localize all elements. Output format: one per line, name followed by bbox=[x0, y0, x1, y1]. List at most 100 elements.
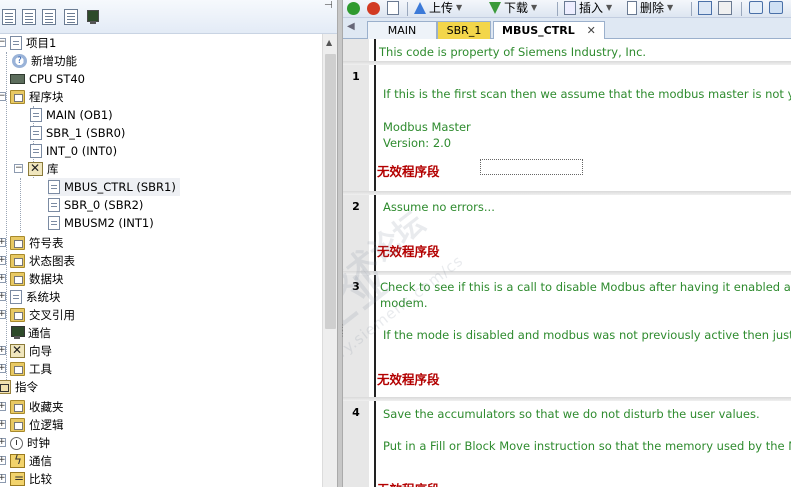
compile-button[interactable] bbox=[387, 1, 399, 15]
tree-item-compare[interactable]: + 比较 bbox=[0, 470, 52, 487]
pin-icon[interactable]: ⊣ bbox=[324, 0, 333, 11]
tree-item-new-features[interactable]: ? 新增功能 bbox=[12, 52, 77, 70]
tree-item-label: 通信 bbox=[28, 326, 51, 340]
tree-item-label: 比较 bbox=[29, 472, 52, 486]
folder-icon bbox=[10, 236, 25, 250]
tree-item-data-block[interactable]: + 数据块 bbox=[0, 270, 64, 288]
stop-button[interactable] bbox=[367, 2, 382, 15]
tree-item-library[interactable]: − 库 bbox=[12, 160, 59, 178]
tab-scroll-left-icon[interactable]: ◀ bbox=[347, 21, 355, 32]
tree-item-label: 库 bbox=[47, 162, 59, 176]
tab-main[interactable]: MAIN bbox=[367, 21, 437, 39]
compare-icon bbox=[10, 471, 25, 486]
cpu-icon bbox=[10, 74, 25, 84]
tree-item-wizards[interactable]: + 向导 bbox=[0, 342, 52, 360]
program-comment[interactable]: This code is property of Siemens Industr… bbox=[379, 45, 646, 59]
scrollbar-thumb[interactable] bbox=[325, 54, 336, 329]
chevron-down-icon: ▼ bbox=[531, 3, 538, 12]
tab-label: SBR_1 bbox=[446, 24, 482, 37]
properties-icon[interactable] bbox=[64, 9, 78, 25]
insert-button[interactable]: 插入 ▼ bbox=[564, 0, 612, 16]
delete-button[interactable]: 删除 ▼ bbox=[627, 0, 673, 16]
network-number: 3 bbox=[352, 280, 360, 293]
editor-toolbar: 上传 ▼ 下载 ▼ 插入 ▼ 删除 ▼ bbox=[343, 0, 791, 18]
network-4[interactable]: 4 Save the accumulators so that we do no… bbox=[343, 401, 791, 487]
tab-mbus-ctrl[interactable]: MBUS_CTRL ✕ bbox=[493, 21, 605, 40]
upload-button[interactable]: 上传 ▼ bbox=[414, 0, 462, 16]
download-label: 下载 bbox=[504, 1, 529, 15]
compile-icon bbox=[387, 1, 399, 15]
network-1[interactable]: 1 If this is the first scan then we assu… bbox=[343, 65, 791, 193]
delete-label: 删除 bbox=[640, 1, 665, 15]
tree-item-sbr1[interactable]: SBR_1 (SBR0) bbox=[30, 124, 125, 142]
network-number: 4 bbox=[352, 406, 360, 419]
view-details-icon[interactable] bbox=[22, 9, 36, 25]
tab-sbr1[interactable]: SBR_1 bbox=[437, 21, 491, 39]
program-block-icon bbox=[48, 180, 60, 194]
download-icon bbox=[489, 1, 501, 14]
project-icon bbox=[10, 36, 22, 50]
tree-item-sbr0[interactable]: SBR_0 (SBR2) bbox=[48, 196, 143, 214]
view-list-icon[interactable] bbox=[2, 9, 16, 25]
folder-icon bbox=[10, 272, 25, 286]
tree-item-label: INT_0 (INT0) bbox=[46, 144, 118, 158]
communication-icon bbox=[10, 453, 25, 468]
view-button[interactable] bbox=[718, 1, 732, 15]
tree-item-clock[interactable]: + 时钟 bbox=[0, 434, 50, 452]
network-comment-line: Check to see if this is a call to disabl… bbox=[380, 280, 791, 294]
tree-item-cpu[interactable]: CPU ST40 bbox=[10, 70, 85, 88]
tree-item-tools[interactable]: + 工具 bbox=[0, 360, 52, 378]
library-icon bbox=[28, 161, 43, 176]
comment-button[interactable] bbox=[749, 1, 763, 14]
tree-item-label: 收藏夹 bbox=[29, 400, 64, 414]
favorites-icon bbox=[10, 400, 25, 414]
run-button[interactable] bbox=[347, 2, 362, 15]
close-tab-icon[interactable]: ✕ bbox=[587, 24, 596, 37]
tree-item-system-block[interactable]: + 系统块 bbox=[0, 288, 61, 306]
network-3[interactable]: 3 Check to see if this is a call to disa… bbox=[343, 275, 791, 399]
tree-item-communication[interactable]: 通信 bbox=[0, 324, 51, 342]
tree-item-label: 新增功能 bbox=[31, 54, 77, 68]
delete-icon bbox=[627, 0, 637, 15]
folder-icon bbox=[10, 90, 25, 104]
folder-icon bbox=[10, 308, 25, 322]
view-table-icon[interactable] bbox=[42, 9, 56, 25]
tree-item-status-chart[interactable]: + 状态图表 bbox=[0, 252, 75, 270]
tree-item-symbol-table[interactable]: + 符号表 bbox=[0, 234, 64, 252]
monitor-icon[interactable] bbox=[86, 9, 100, 25]
network-button[interactable] bbox=[698, 1, 712, 15]
tree-item-instructions[interactable]: 指令 bbox=[0, 378, 38, 396]
tree-item-main[interactable]: MAIN (OB1) bbox=[30, 106, 113, 124]
comment-icon bbox=[749, 1, 763, 14]
tree-item-int0[interactable]: INT_0 (INT0) bbox=[30, 142, 117, 160]
program-block-icon bbox=[48, 198, 60, 212]
chevron-down-icon: ▼ bbox=[667, 3, 674, 12]
tree-item-label: SBR_1 (SBR0) bbox=[46, 126, 126, 140]
insert-label: 插入 bbox=[579, 1, 604, 15]
tab-label: MBUS_CTRL bbox=[502, 24, 575, 37]
tree-item-label: 程序块 bbox=[29, 90, 64, 104]
ladder-editor[interactable]: This code is property of Siemens Industr… bbox=[343, 39, 791, 487]
system-block-icon bbox=[10, 290, 22, 304]
network-title-field[interactable] bbox=[480, 159, 583, 175]
scroll-up-icon[interactable]: ▲ bbox=[326, 38, 332, 47]
network-number: 1 bbox=[352, 70, 360, 83]
tree-item-comm-instr[interactable]: + 通信 bbox=[0, 452, 52, 470]
tree-item-project[interactable]: − 项目1 bbox=[0, 34, 56, 52]
tree-item-program-block[interactable]: − 程序块 bbox=[0, 88, 64, 106]
tree-item-mbus-ctrl[interactable]: MBUS_CTRL (SBR1) bbox=[48, 178, 180, 196]
monitor-icon bbox=[10, 326, 25, 340]
tree-scrollbar[interactable]: ▲ bbox=[322, 34, 337, 487]
invalid-network-label: 无效程序段 bbox=[377, 164, 440, 179]
upload-icon bbox=[414, 1, 426, 14]
chevron-down-icon: ▼ bbox=[456, 3, 463, 12]
tree-item-mbusm2[interactable]: MBUSM2 (INT1) bbox=[48, 214, 154, 232]
bookmark-button[interactable] bbox=[769, 1, 783, 14]
upload-label: 上传 bbox=[429, 1, 454, 15]
tree-item-favorites[interactable]: + 收藏夹 bbox=[0, 398, 64, 416]
tree-item-bit-logic[interactable]: + 位逻辑 bbox=[0, 416, 64, 434]
download-button[interactable]: 下载 ▼ bbox=[489, 0, 537, 16]
network-2[interactable]: 2 Assume no errors... 无效程序段 bbox=[343, 195, 791, 273]
tree-item-cross-reference[interactable]: + 交叉引用 bbox=[0, 306, 75, 324]
tree-item-label: 符号表 bbox=[29, 236, 64, 250]
